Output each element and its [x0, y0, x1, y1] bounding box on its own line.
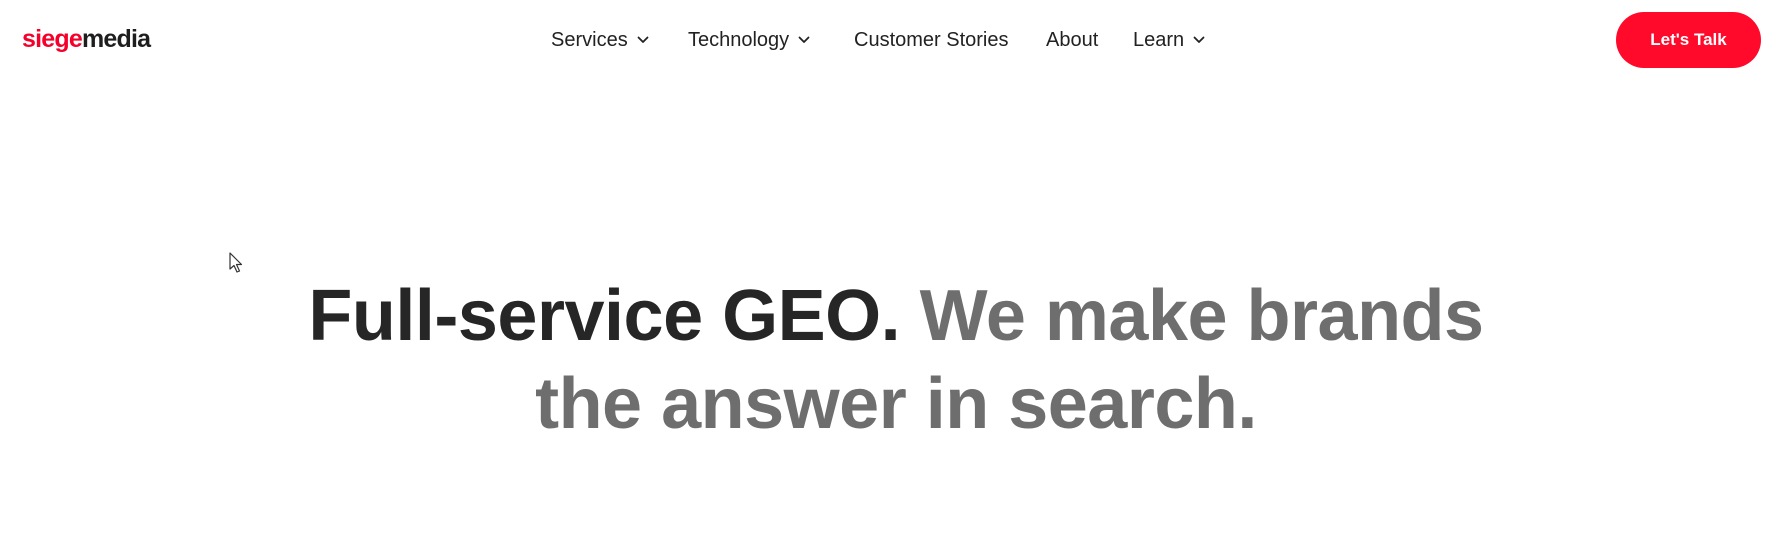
- nav-item-label: Customer Stories: [854, 28, 1009, 51]
- hero-headline: Full-service GEO. We make brands the ans…: [0, 272, 1792, 448]
- nav-item-about[interactable]: About: [1046, 25, 1098, 55]
- hero-headline-gray-2: the answer in search.: [535, 364, 1257, 444]
- siegemedia-logo[interactable]: siegemedia: [22, 24, 151, 54]
- chevron-down-icon: [797, 33, 811, 47]
- hero-headline-line-1: Full-service GEO. We make brands: [0, 272, 1792, 360]
- lets-talk-button[interactable]: Let's Talk: [1616, 12, 1761, 68]
- nav-item-label: Services: [551, 28, 628, 51]
- logo-siege-text: siege: [22, 25, 83, 53]
- nav-item-technology[interactable]: Technology: [688, 25, 811, 55]
- nav-item-label: Technology: [688, 28, 790, 51]
- nav-item-services[interactable]: Services: [551, 25, 650, 55]
- nav-item-label: Learn: [1133, 28, 1185, 51]
- page: siegemedia Services Technology Customer …: [0, 0, 1792, 546]
- nav-item-label: About: [1046, 28, 1099, 51]
- chevron-down-icon: [636, 33, 650, 47]
- hero-headline-gray-1: We make brands: [919, 276, 1484, 356]
- logo-media-text: media: [81, 25, 151, 53]
- hero-headline-dark: Full-service GEO.: [308, 276, 901, 356]
- mouse-pointer-icon: [229, 252, 243, 274]
- nav-item-customer-stories[interactable]: Customer Stories: [854, 25, 1009, 55]
- hero-section: Full-service GEO. We make brands the ans…: [0, 272, 1792, 448]
- site-header: siegemedia Services Technology Customer …: [0, 0, 1792, 80]
- chevron-down-icon: [1192, 33, 1206, 47]
- nav-item-learn[interactable]: Learn: [1133, 25, 1206, 55]
